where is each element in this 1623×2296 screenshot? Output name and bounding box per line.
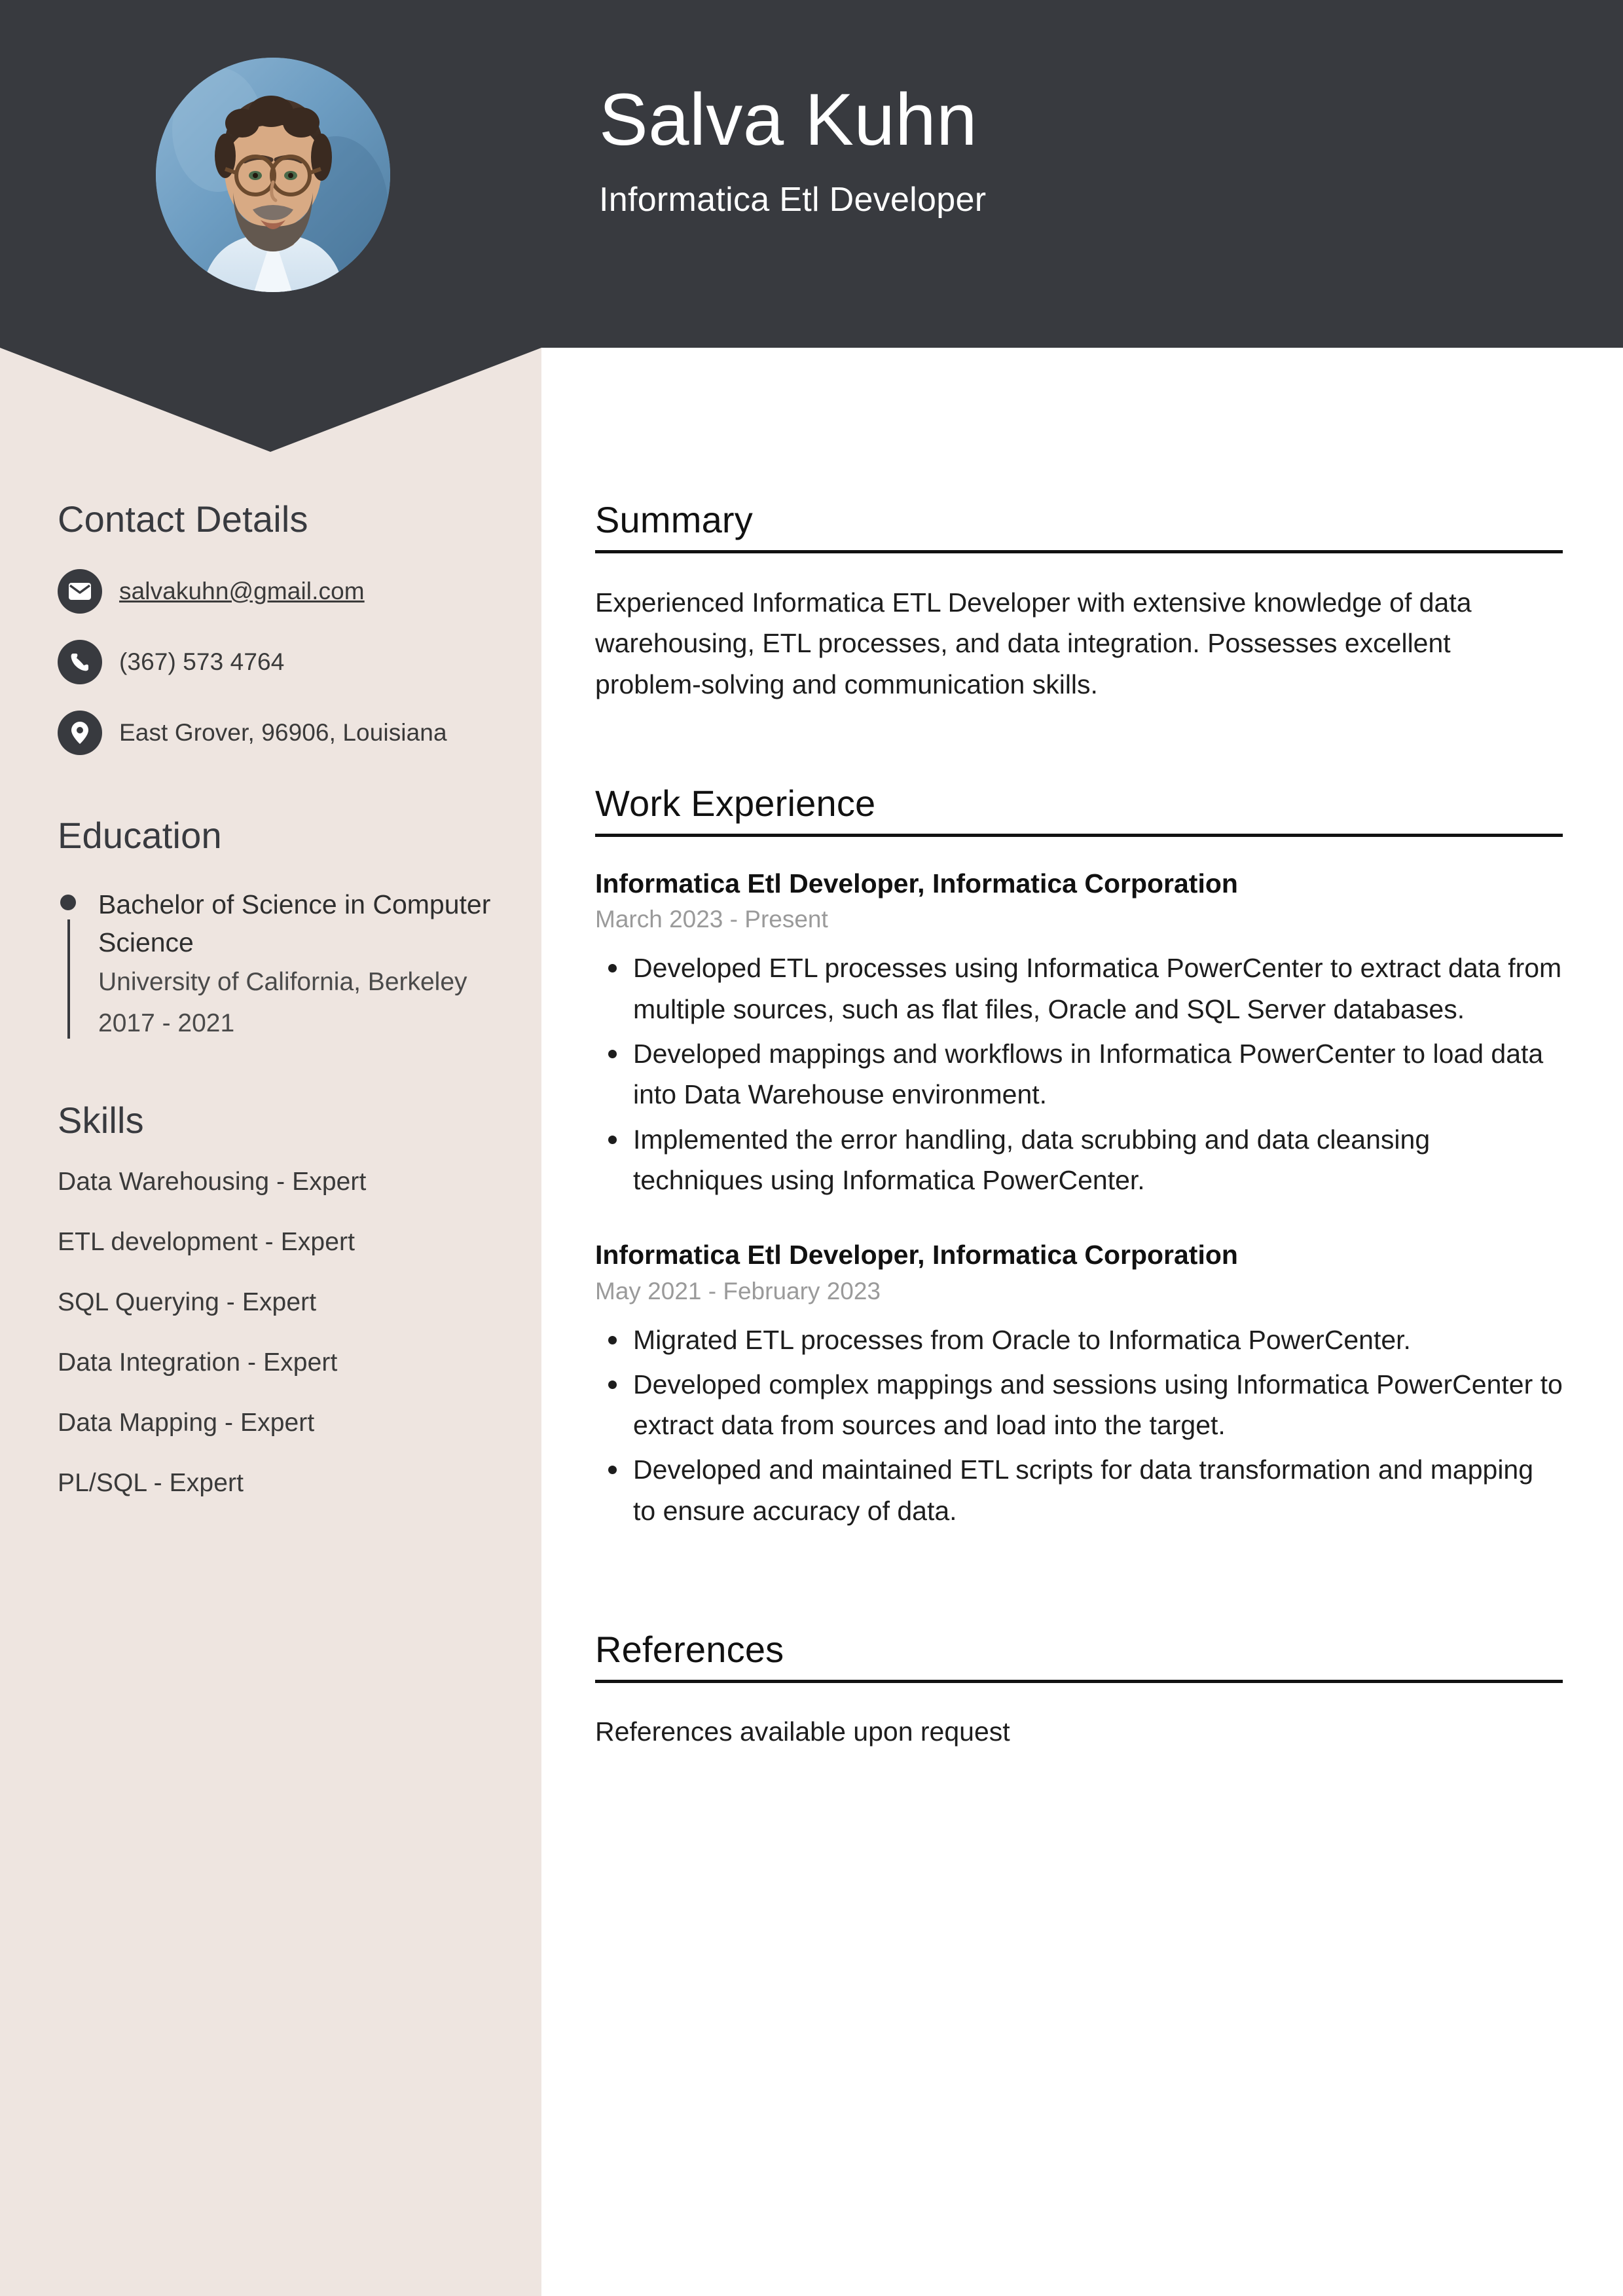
skill-item: ETL development - Expert — [58, 1227, 356, 1256]
skill-item: PL/SQL - Expert — [58, 1468, 244, 1497]
job-dates: May 2021 - February 2023 — [595, 1277, 881, 1305]
contact-details-heading: Contact Details — [58, 498, 308, 540]
education-school: University of California, Berkeley — [98, 968, 467, 997]
resume-page: Salva Kuhn Informatica Etl Developer Con… — [0, 0, 1623, 2296]
education-degree: Bachelor of Science in Computer Science — [98, 889, 491, 958]
summary-divider — [595, 550, 1563, 553]
job-bullet: Implemented the error handling, data scr… — [595, 1119, 1563, 1201]
job-bullet: Developed complex mappings and sessions … — [595, 1364, 1563, 1446]
references-text: References available upon request — [595, 1716, 1010, 1747]
references-section: References References available upon req… — [595, 1628, 1563, 1752]
job-entry: Informatica Etl Developer, Informatica C… — [595, 866, 1563, 1200]
job-title: Informatica Etl Developer, Informatica C… — [595, 868, 1238, 898]
job-subtitle: Informatica Etl Developer — [599, 181, 987, 219]
skill-item: SQL Querying - Expert — [58, 1287, 317, 1316]
job-bullet: Migrated ETL processes from Oracle to In… — [595, 1320, 1563, 1360]
timeline-dot-icon — [60, 895, 76, 910]
education-heading: Education — [58, 815, 222, 856]
job-title: Informatica Etl Developer, Informatica C… — [595, 1240, 1238, 1270]
contact-list: salvakuhn@gmail.com (367) 573 4764 East … — [58, 569, 502, 755]
work-experience-divider — [595, 833, 1563, 837]
job-bullet-list: Developed ETL processes using Informatic… — [595, 948, 1563, 1200]
education-section: Education Bachelor of Science in Compute… — [58, 814, 502, 1043]
references-divider — [595, 1680, 1563, 1684]
work-experience-heading: Work Experience — [595, 782, 876, 824]
job-bullet-list: Migrated ETL processes from Oracle to In… — [595, 1320, 1563, 1532]
location-pin-icon — [58, 711, 102, 755]
job-bullet: Developed mappings and workflows in Info… — [595, 1033, 1563, 1115]
job-entry: Informatica Etl Developer, Informatica C… — [595, 1237, 1563, 1531]
main-column: Summary Experienced Informatica ETL Deve… — [541, 348, 1623, 1752]
summary-text: Experienced Informatica ETL Developer wi… — [595, 587, 1472, 699]
skill-item: Data Warehousing - Expert — [58, 1167, 367, 1196]
timeline-line — [67, 919, 70, 1039]
job-bullet: Developed and maintained ETL scripts for… — [595, 1449, 1563, 1531]
skills-section: Skills Data Warehousing - Expert ETL dev… — [58, 1099, 502, 1498]
skill-item: Data Integration - Expert — [58, 1348, 338, 1377]
job-bullet: Developed ETL processes using Informatic… — [595, 948, 1563, 1029]
skills-heading: Skills — [58, 1099, 144, 1141]
education-item: Bachelor of Science in Computer Science … — [58, 885, 502, 1043]
contact-location-value: East Grover, 96906, Louisiana — [119, 718, 447, 746]
skill-item: Data Mapping - Expert — [58, 1408, 315, 1437]
summary-section: Summary Experienced Informatica ETL Deve… — [595, 498, 1563, 705]
phone-icon — [58, 640, 102, 684]
work-experience-section: Work Experience Informatica Etl Develope… — [595, 782, 1563, 1531]
page-title: Salva Kuhn — [599, 79, 977, 160]
contact-email-value[interactable]: salvakuhn@gmail.com — [119, 576, 365, 607]
education-years: 2017 - 2021 — [98, 1009, 235, 1037]
contact-item-location: East Grover, 96906, Louisiana — [58, 711, 502, 755]
contact-item-phone[interactable]: (367) 573 4764 — [58, 640, 502, 684]
header-text-block: Salva Kuhn Informatica Etl Developer — [599, 79, 986, 219]
job-dates: March 2023 - Present — [595, 906, 828, 933]
contact-phone-value: (367) 573 4764 — [119, 648, 285, 675]
references-heading: References — [595, 1629, 784, 1671]
summary-heading: Summary — [595, 499, 753, 540]
sidebar-content: Contact Details salvakuhn@gmail.com (367… — [0, 0, 541, 1529]
contact-item-email[interactable]: salvakuhn@gmail.com — [58, 569, 502, 614]
envelope-icon — [58, 569, 102, 614]
contact-details-section: Contact Details salvakuhn@gmail.com (367… — [58, 498, 502, 755]
